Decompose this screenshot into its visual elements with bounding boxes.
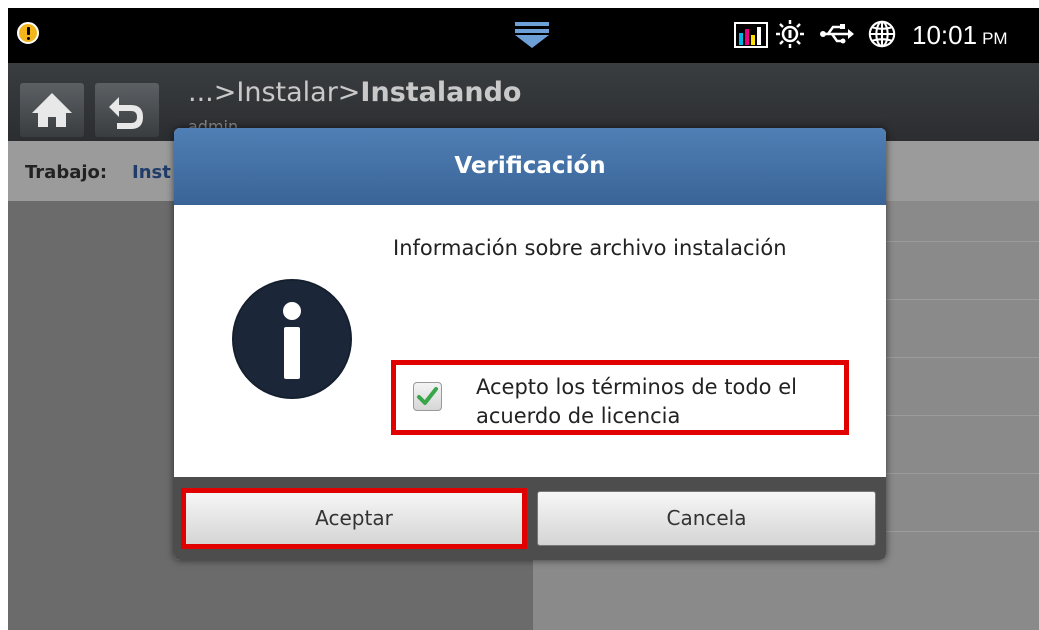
job-label: Trabajo: xyxy=(25,162,108,183)
cancel-button[interactable]: Cancela xyxy=(537,491,876,546)
breadcrumb-current: Instalando xyxy=(360,77,522,108)
breadcrumb: ...>Instalar>Instalando xyxy=(188,77,521,108)
status-bar: 10:01 PM xyxy=(8,8,1039,63)
breadcrumb-path: ...>Instalar> xyxy=(188,77,361,108)
info-icon xyxy=(232,279,352,399)
notification-pulldown-icon[interactable] xyxy=(511,20,553,50)
license-checkbox[interactable] xyxy=(413,382,442,411)
dialog-footer: Aceptar Cancela xyxy=(174,477,886,560)
dialog-message: Información sobre archivo instalación xyxy=(393,236,787,260)
home-icon xyxy=(32,93,72,127)
checkmark-icon xyxy=(417,387,438,405)
home-button[interactable] xyxy=(20,83,84,137)
clock-time: 10:01 xyxy=(912,20,978,50)
device-screen: 10:01 PM ...>Instalar>Instalando admin Tr… xyxy=(8,8,1039,630)
dialog-title: Verificación xyxy=(174,128,886,205)
job-value: Inst xyxy=(132,162,171,183)
brightness-icon xyxy=(776,20,804,48)
dialog-body: Información sobre archivo instalación Ac… xyxy=(174,205,886,477)
status-clock: 10:01 PM xyxy=(912,20,1008,51)
clock-ampm: PM xyxy=(982,29,1008,48)
warning-icon[interactable] xyxy=(17,22,39,44)
license-agreement-option[interactable]: Acepto los términos de todo el acuerdo d… xyxy=(391,360,849,435)
verification-dialog: Verificación Información sobre archivo i… xyxy=(174,128,886,560)
back-arrow-icon xyxy=(109,97,143,129)
license-checkbox-label: Acepto los términos de todo el acuerdo d… xyxy=(476,375,797,428)
toner-levels-icon xyxy=(734,22,768,48)
usb-icon xyxy=(820,24,854,44)
network-globe-icon xyxy=(868,20,896,48)
accept-button-highlight xyxy=(181,488,527,549)
back-button[interactable] xyxy=(95,83,159,137)
